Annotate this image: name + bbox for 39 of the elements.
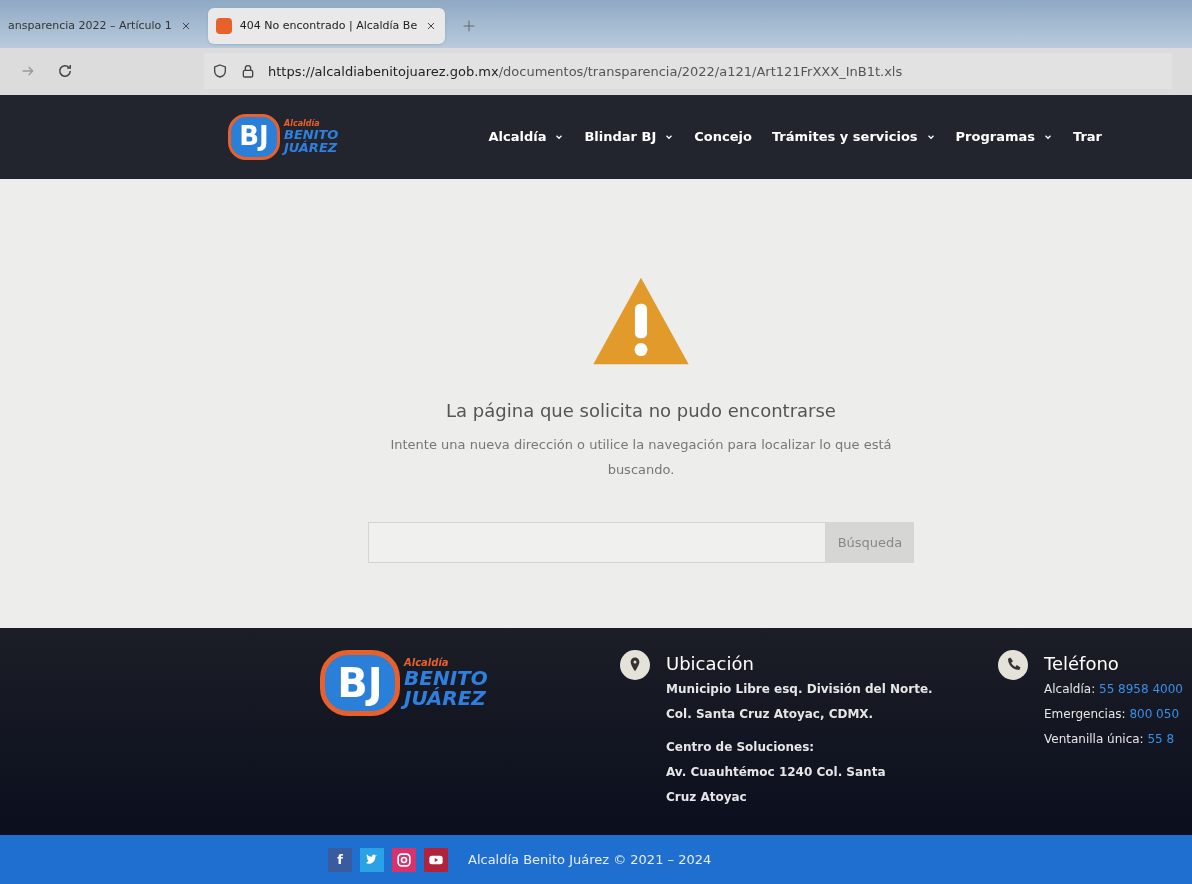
logo-monogram[interactable]: BJ <box>228 113 280 160</box>
logo-small-text: Alcaldía <box>284 119 321 128</box>
address-text: Col. Santa Cruz Atoyac, CDMX. <box>666 706 875 724</box>
nav-link[interactable]: Blindar BJ <box>584 127 675 147</box>
bird-icon[interactable] <box>360 847 384 872</box>
nav-link[interactable]: Concejo <box>694 127 752 147</box>
play-icon[interactable] <box>424 847 448 872</box>
phone-link[interactable]: 55 8958 4000 <box>1099 682 1183 697</box>
nav-link[interactable]: Trar <box>1073 127 1103 147</box>
nav-link[interactable]: Trámites y servicios <box>771 127 936 147</box>
footer-heading: Teléfono <box>1044 652 1120 677</box>
search-field[interactable] <box>368 521 826 563</box>
phone-icon <box>998 650 1028 681</box>
logo-text: JUÁREZ <box>284 140 339 154</box>
copyright-text: Alcaldía Benito Juárez © 2021 – 2024 <box>468 850 712 869</box>
footer-heading: Ubicación <box>666 652 755 677</box>
browser-tab[interactable]: 404 No encontrado | Alcaldía Be <box>207 7 446 44</box>
logo-text: BENITO <box>284 127 339 141</box>
nav-link[interactable]: Alcaldía <box>488 127 565 147</box>
phone-text: Emergencias: 800 050 <box>1044 706 1180 724</box>
location-pin-icon <box>620 650 650 681</box>
lock-icon[interactable] <box>240 63 256 80</box>
address-bar[interactable]: https://alcaldiabenitojuarez.gob.mx/documentos/transparencia/2022/a121/Art121FrXXX_InB1t.xls <box>204 53 1172 90</box>
camera-icon[interactable] <box>392 847 416 872</box>
error-message: Intente una nueva dirección o utilice la navegación para localizar lo que está buscando. <box>389 435 893 479</box>
phone-link[interactable]: 800 050 <box>1129 707 1179 722</box>
logo-monogram[interactable]: BJ <box>320 650 400 717</box>
address-text: Municipio Libre esq. División del Norte. <box>666 681 933 699</box>
shield-icon[interactable] <box>212 63 228 80</box>
logo-small-text: Alcaldía <box>404 658 450 669</box>
address-text: Av. Cuauhtémoc 1240 Col. Santa Cruz Atoyac <box>666 764 887 807</box>
phone-link[interactable]: 55 8 <box>1147 732 1175 747</box>
error-title: La página que solicita no pudo encontrarse <box>446 398 836 423</box>
nav-link[interactable]: Programas <box>955 127 1053 147</box>
address-text: Centro de Soluciones: <box>666 739 816 757</box>
browser-tab[interactable]: ansparencia 2022 – Artículo 1 <box>0 7 200 44</box>
facebook-link[interactable]: f <box>328 847 352 872</box>
phone-text: Alcaldía: 55 8958 4000 <box>1044 681 1183 699</box>
phone-text: Ventanilla única: 55 8 <box>1044 731 1176 749</box>
